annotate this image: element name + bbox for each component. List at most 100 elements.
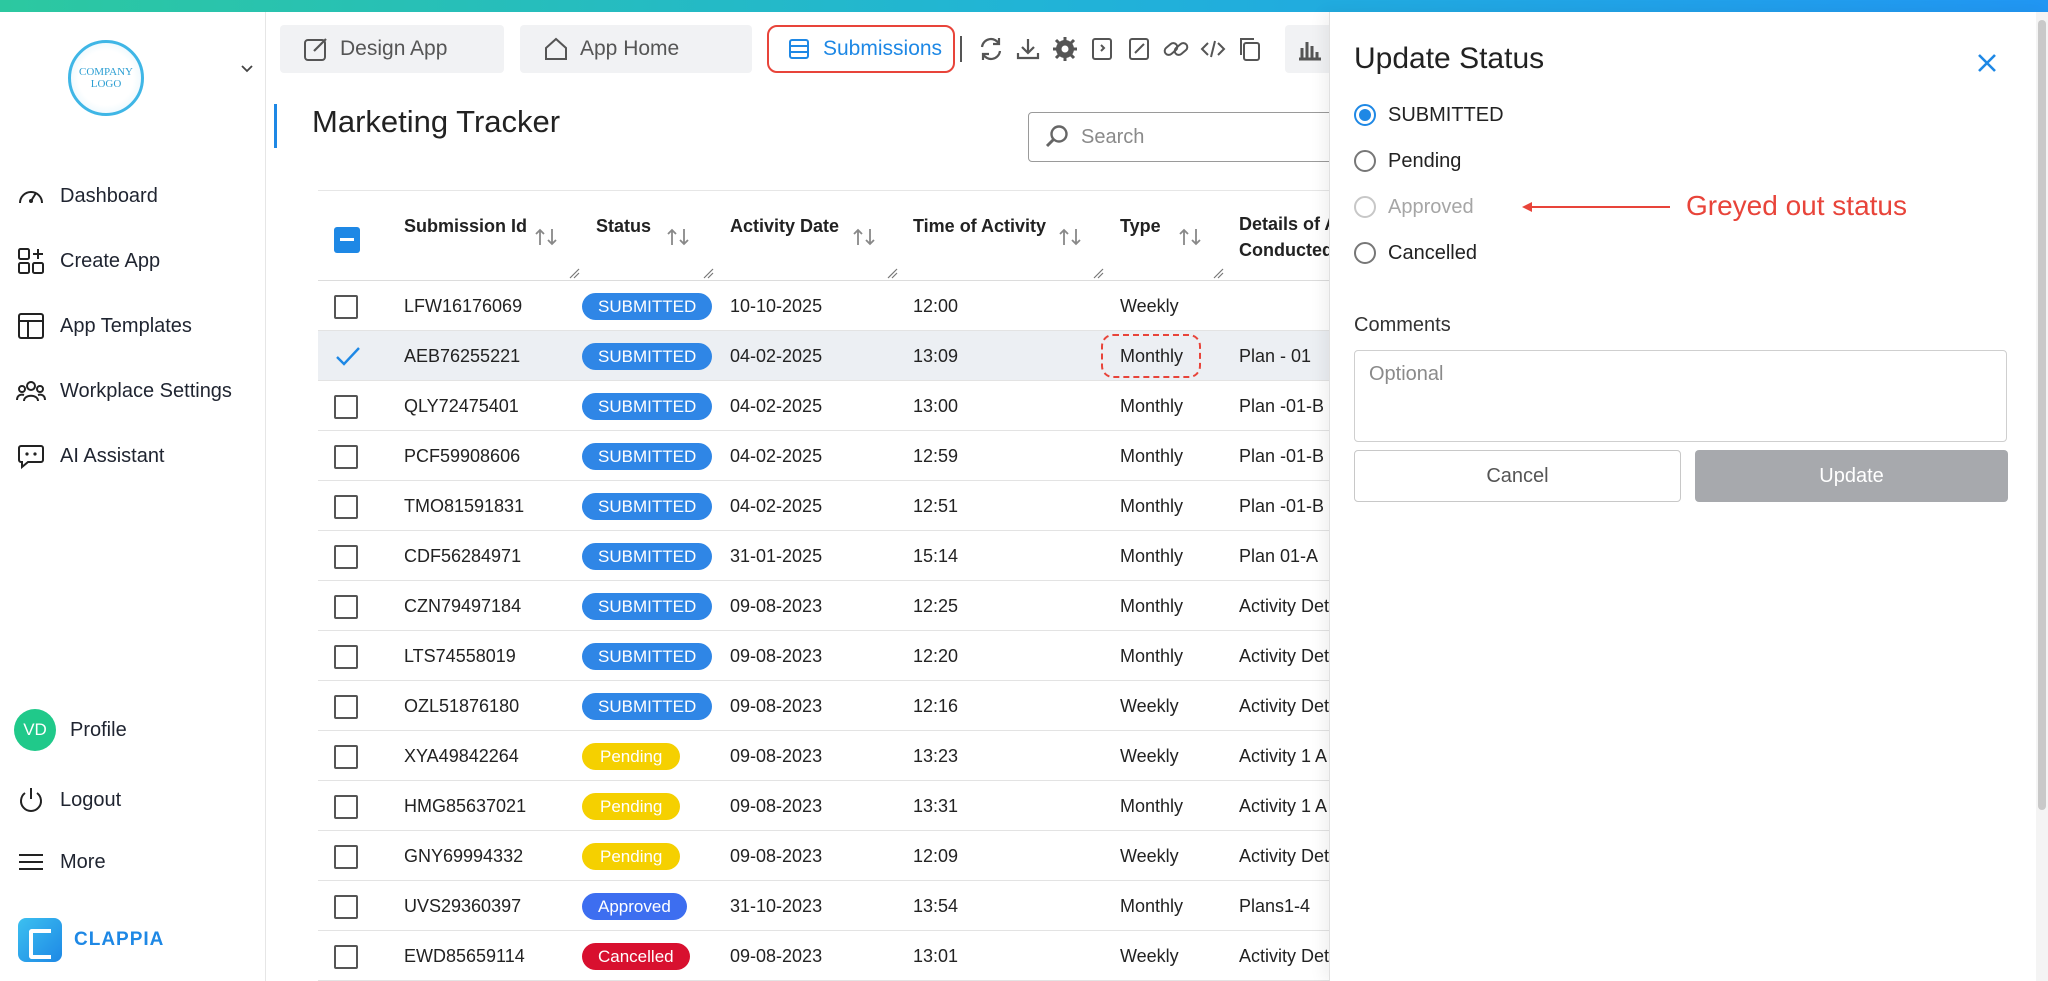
cell-type: Weekly [1120,746,1179,766]
sidebar-item-create-app[interactable]: Create App [16,241,160,281]
cell-type: Monthly [1120,896,1184,916]
sort-icon[interactable] [1056,227,1086,247]
import-icon[interactable] [1088,35,1116,63]
sidebar-item-profile[interactable]: VD Profile [14,709,127,751]
sidebar-item-app-templates[interactable]: App Templates [16,306,192,346]
column-header-submission-id[interactable]: Submission Id [404,213,527,239]
row-checkbox[interactable] [334,495,358,519]
radio-button[interactable] [1354,104,1376,126]
column-header-status[interactable]: Status [596,213,651,239]
cell-submission-id: HMG85637021 [404,796,527,816]
sort-icon[interactable] [850,227,880,247]
table-row[interactable]: HMG85637021 Pending 09-08-2023 13:31 Monthly… [318,781,1330,831]
update-button[interactable]: Update [1695,450,2008,502]
tab-app-home[interactable]: App Home [520,25,752,73]
table-row[interactable]: CZN79497184 SUBMITTED 09-08-2023 12:25 Month… [318,581,1330,631]
column-header-time-of-activity[interactable]: Time of Activity [913,213,1046,239]
download-icon[interactable] [1014,35,1042,63]
row-checkbox[interactable] [334,845,358,869]
scrollbar-thumb[interactable] [2038,20,2046,810]
row-checkbox[interactable] [334,295,358,319]
update-status-panel: Update Status SUBMITTED Pending Approved… [1329,12,2048,981]
table-row[interactable]: LTS74558019 SUBMITTED 09-08-2023 12:20 Month… [318,631,1330,681]
code-icon[interactable] [1199,35,1227,63]
cell-type: Weekly [1120,946,1179,966]
select-all-checkbox[interactable] [334,227,360,253]
table-row[interactable]: QLY72475401 SUBMITTED 04-02-2025 13:00 Month… [318,381,1330,431]
row-checkbox[interactable] [334,895,358,919]
resize-handle-icon[interactable] [886,267,898,279]
copy-icon[interactable] [1236,35,1264,63]
refresh-icon[interactable] [977,35,1005,63]
close-icon[interactable] [1974,50,2000,76]
status-option-submitted[interactable]: SUBMITTED [1354,100,1504,130]
row-checkbox[interactable] [334,795,358,819]
tab-submissions[interactable]: Submissions [767,25,955,73]
row-checkbox[interactable] [334,745,358,769]
radio-button[interactable] [1354,150,1376,172]
table-row[interactable]: LFW16176069 SUBMITTED 10-10-2025 12:00 Weekl… [318,281,1330,331]
table-row[interactable]: XYA49842264 Pending 09-08-2023 13:23 Weekly A… [318,731,1330,781]
row-checkbox[interactable] [334,645,358,669]
tab-design-app[interactable]: Design App [280,25,504,73]
table-row[interactable]: OZL51876180 SUBMITTED 09-08-2023 12:16 Weekl… [318,681,1330,731]
link-icon[interactable] [1162,35,1190,63]
resize-handle-icon[interactable] [1092,267,1104,279]
table-row[interactable]: UVS29360397 Approved 31-10-2023 13:54 Monthl… [318,881,1330,931]
sidebar-item-ai-assistant[interactable]: AI Assistant [16,436,165,476]
status-badge: SUBMITTED [582,593,713,620]
resize-handle-icon[interactable] [1212,267,1224,279]
table-row[interactable]: TMO81591831 SUBMITTED 04-02-2025 12:51 Month… [318,481,1330,531]
cell-activity-date: 09-08-2023 [730,796,823,816]
resize-handle-icon[interactable] [702,267,714,279]
power-icon [20,788,42,812]
status-badge: Cancelled [582,943,690,970]
logout-button[interactable]: Logout [16,780,121,820]
table-row[interactable]: AEB76255221 SUBMITTED 04-02-2025 13:09 Month… [318,331,1330,381]
cell-details: Activity Det [1239,646,1330,666]
sidebar-item-workplace-settings[interactable]: Workplace Settings [16,371,232,411]
table-row[interactable]: PCF59908606 SUBMITTED 04-02-2025 12:59 Month… [318,431,1330,481]
resize-handle-icon[interactable] [568,267,580,279]
row-checkbox[interactable] [334,445,358,469]
cell-time: 13:09 [913,346,959,366]
chevron-down-icon[interactable] [240,62,254,76]
company-logo[interactable]: COMPANY LOGO [68,40,144,116]
row-checkbox[interactable] [334,395,358,419]
status-badge: SUBMITTED [582,293,713,320]
cell-activity-date: 04-02-2025 [730,446,823,466]
row-checkbox-checked[interactable] [334,345,360,369]
more-menu-button[interactable]: More [16,842,106,882]
sidebar-item-dashboard[interactable]: Dashboard [16,176,158,216]
sort-icon[interactable] [532,227,562,247]
row-checkbox[interactable] [334,695,358,719]
cell-details: Plan - 01 [1239,346,1312,366]
cell-details: Plan 01-A [1239,546,1319,566]
cell-activity-date: 09-08-2023 [730,696,823,716]
cell-submission-id: XYA49842264 [404,746,519,766]
tab-analytics[interactable] [1285,25,1333,73]
sidebar-item-label: Dashboard [60,184,158,207]
edit-icon[interactable] [1125,35,1153,63]
status-option-cancelled[interactable]: Cancelled [1354,238,1477,268]
column-header-activity-date[interactable]: Activity Date [730,213,839,239]
row-checkbox[interactable] [334,545,358,569]
cell-time: 12:51 [913,496,959,516]
status-option-pending[interactable]: Pending [1354,146,1461,176]
sort-icon[interactable] [664,227,694,247]
table-row[interactable]: CDF56284971 SUBMITTED 31-01-2025 15:14 Month… [318,531,1330,581]
column-header-details[interactable]: Details of A Conducted [1239,211,1330,263]
comments-field[interactable] [1354,350,2007,442]
status-badge: SUBMITTED [582,543,713,570]
row-checkbox[interactable] [334,945,358,969]
settings-icon[interactable] [1051,35,1079,63]
row-checkbox[interactable] [334,595,358,619]
cancel-button[interactable]: Cancel [1354,450,1681,502]
radio-button[interactable] [1354,242,1376,264]
sort-icon[interactable] [1176,227,1206,247]
table-row[interactable]: EWD85659114 Cancelled 09-08-2023 13:01 Weekl… [318,931,1330,981]
panel-title: Update Status [1354,42,1545,75]
column-header-type[interactable]: Type [1120,213,1161,239]
table-row[interactable]: GNY69994332 Pending 09-08-2023 12:09 Weekly A… [318,831,1330,881]
cell-type: Weekly [1120,846,1179,866]
